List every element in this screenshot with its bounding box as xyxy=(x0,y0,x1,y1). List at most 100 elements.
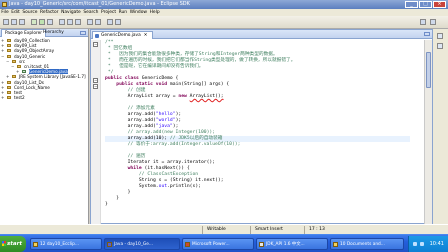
tree-item[interactable]: + test2 xyxy=(0,95,88,100)
external-tools-icon[interactable] xyxy=(47,19,53,25)
menu-source[interactable]: Source xyxy=(21,9,39,16)
code-token: "world" xyxy=(155,118,176,123)
menu-refactor[interactable]: Refactor xyxy=(39,9,60,16)
taskbar-item-label: 12 day10_Ecclip... xyxy=(40,242,80,247)
code-token: main(String[] args) { xyxy=(169,82,230,87)
folder-icon xyxy=(17,64,21,68)
perspective-java-icon[interactable] xyxy=(420,19,426,25)
code-token: public static void xyxy=(105,82,170,87)
title-bar: Java - day10_Generic/src/com/itcast_01/G… xyxy=(0,0,448,9)
minimize-panel-icon[interactable] xyxy=(80,31,86,35)
start-button[interactable]: start xyxy=(0,236,26,252)
debug-icon[interactable] xyxy=(31,19,37,25)
code-token: // ClassCastException xyxy=(105,172,199,177)
system-tray: 10:41 xyxy=(408,236,448,252)
code-token: * 因为我们的集合能放很多种类，存储了String和Integer两种类型的数据… xyxy=(105,52,278,57)
code-token: .println(s); xyxy=(167,184,201,189)
network-icon[interactable] xyxy=(413,242,417,246)
code-token: // JDK5以后的自动装箱 xyxy=(169,136,223,141)
code-token: ArrayList array = xyxy=(105,94,179,99)
menu-navigate[interactable]: Navigate xyxy=(60,9,82,16)
java-file-icon xyxy=(22,70,26,74)
code-token: while xyxy=(105,166,145,171)
status-message xyxy=(0,226,200,234)
taskbar-item-label: Java - day10_Ge... xyxy=(114,242,153,247)
menu-edit[interactable]: Edit xyxy=(10,9,21,16)
print-icon[interactable] xyxy=(19,19,25,25)
new-java-project-icon[interactable] xyxy=(59,19,65,25)
close-tab-icon[interactable]: ✕ xyxy=(144,33,148,38)
folder-icon xyxy=(7,44,11,48)
menu-window[interactable]: Window xyxy=(128,9,148,16)
folder-icon xyxy=(12,75,16,79)
help-doc-icon xyxy=(259,242,264,247)
maximize-button[interactable]: □ xyxy=(419,1,432,8)
folder-icon xyxy=(7,90,11,94)
code-token: // 等价于:array.add(Integer.valueOf(10)); xyxy=(105,142,241,147)
taskbar-item-powerpoint[interactable]: Microsoft Power... xyxy=(182,238,254,250)
taskbar-item-explorer[interactable]: 12 day10_Ecclip... xyxy=(30,238,102,250)
minimize-button[interactable]: _ xyxy=(405,1,418,8)
scrollbar-thumb[interactable] xyxy=(426,52,431,88)
windows-taskbar: start 12 day10_Ecclip... Java - day10_Ge… xyxy=(0,234,448,252)
taskbar-item-label: Microsoft Power... xyxy=(192,242,230,247)
new-icon[interactable] xyxy=(3,19,9,25)
code-token: } xyxy=(105,190,131,195)
perspective-debug-icon[interactable] xyxy=(430,19,436,25)
menu-project[interactable]: Project xyxy=(100,9,118,16)
taskbar-item-documents[interactable]: 10 Documents and... xyxy=(330,238,404,250)
new-package-icon[interactable] xyxy=(67,19,73,25)
back-icon[interactable] xyxy=(107,19,113,25)
run-icon[interactable] xyxy=(39,19,45,25)
toolbar xyxy=(0,16,448,29)
tab-hierarchy[interactable]: Hierarchy xyxy=(40,29,67,37)
new-class-icon[interactable] xyxy=(75,19,81,25)
windows-logo-icon xyxy=(2,241,6,246)
right-trim xyxy=(433,29,448,224)
status-cursor-position: 17 : 13 xyxy=(304,226,344,234)
taskbar-item-eclipse[interactable]: Java - day10_Ge... xyxy=(104,238,180,250)
task-list-icon[interactable] xyxy=(437,43,443,49)
code-token: (it.hasNext()) { xyxy=(144,166,190,171)
code-token: out xyxy=(158,184,168,189)
close-button[interactable]: × xyxy=(433,1,446,8)
code-token: * 回忆数组 xyxy=(105,46,133,51)
tab-genericdemo-java[interactable]: GenericDemo.java ✕ xyxy=(92,31,154,39)
clock: 10:41 xyxy=(429,241,444,247)
menu-run[interactable]: Run xyxy=(117,9,128,16)
save-icon[interactable] xyxy=(11,19,17,25)
menu-search[interactable]: Search xyxy=(82,9,100,16)
code-line[interactable]: } xyxy=(105,202,410,208)
editor-scrollbar[interactable] xyxy=(424,40,432,224)
editor-area: GenericDemo.java ✕ − − − /** * 回忆数组 * 因为我… xyxy=(90,29,433,224)
code-view[interactable]: /** * 回忆数组 * 因为我们的集合能放很多种类，存储了String和Int… xyxy=(105,40,410,224)
outline-view-icon[interactable] xyxy=(437,33,443,39)
code-token: // 遍历 xyxy=(105,154,146,159)
folder-icon xyxy=(7,54,11,58)
fold-class-icon[interactable]: − xyxy=(93,78,98,83)
fold-method-icon[interactable]: − xyxy=(93,84,98,89)
code-token: ArrayList(); xyxy=(189,94,224,99)
minimize-editor-icon[interactable] xyxy=(424,32,430,36)
code-token: array.add( xyxy=(105,124,156,129)
open-type-icon[interactable] xyxy=(87,19,93,25)
fold-comment-icon[interactable]: − xyxy=(93,42,98,47)
search-icon[interactable] xyxy=(95,19,101,25)
expand-icon[interactable]: + xyxy=(1,95,4,100)
folder-icon xyxy=(33,242,38,247)
taskbar-item-label: JDK_API 1.6 中文... xyxy=(266,242,305,247)
forward-icon[interactable] xyxy=(115,19,121,25)
volume-icon[interactable] xyxy=(420,242,424,246)
code-token: GenericDemo { xyxy=(141,76,179,81)
menu-file[interactable]: File xyxy=(0,9,10,16)
folder-icon xyxy=(12,59,16,63)
code-token: System. xyxy=(105,184,159,189)
taskbar-item-jdk-api[interactable]: JDK_API 1.6 中文... xyxy=(256,238,328,250)
menu-help[interactable]: Help xyxy=(148,9,161,16)
code-token: String s = (String) it.next(); xyxy=(105,178,224,183)
eclipse-icon xyxy=(107,242,112,247)
status-insert-mode: Smart Insert xyxy=(250,226,302,234)
eclipse-screen: Java - day10_Generic/src/com/itcast_01/G… xyxy=(0,0,448,252)
code-token: */ xyxy=(105,70,114,75)
folder-icon xyxy=(333,242,338,247)
